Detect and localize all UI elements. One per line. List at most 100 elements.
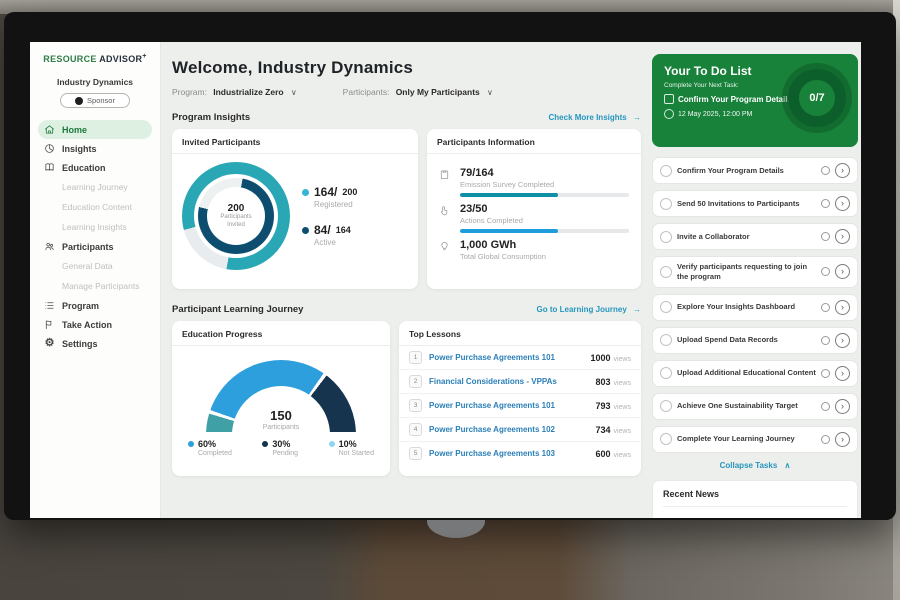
sidebar-item-take-action[interactable]: Take Action: [38, 315, 152, 334]
lesson-rank: 3: [409, 399, 422, 412]
todo-progress-ring: 0/7: [788, 69, 846, 127]
arrow-right-icon: →: [633, 305, 641, 314]
sponsor-badge[interactable]: Sponsor: [60, 93, 130, 108]
todo-summary-card: Your To Do List Complete Your Next Task:…: [652, 54, 858, 147]
task-checkbox[interactable]: [660, 400, 672, 412]
invited-participants-card: Invited Participants 200 Participants In…: [172, 129, 418, 289]
education-progress-gauge-chart: 150 Participants: [206, 360, 356, 432]
gauge-center-value: 150: [270, 408, 292, 423]
task-go-button[interactable]: ›: [835, 300, 850, 315]
main-content: Welcome, Industry Dynamics Program: Indu…: [161, 42, 652, 518]
lesson-rank: 4: [409, 423, 422, 436]
sidebar-item-manage-participants[interactable]: Manage Participants: [38, 276, 152, 296]
todo-next-task-label: Confirm Your Program Details: [678, 95, 792, 104]
actions-icon: [439, 203, 452, 233]
collapse-label: Collapse Tasks: [720, 461, 778, 470]
sidebar-item-participants[interactable]: Participants: [38, 237, 152, 256]
filters-row: Program: Industrialize Zero ∨ Participan…: [172, 87, 641, 97]
clock-icon: [821, 199, 830, 208]
task-go-button[interactable]: ›: [835, 333, 850, 348]
task-go-button[interactable]: ›: [835, 399, 850, 414]
legend-dot: [302, 227, 309, 234]
legend-denominator: 164: [336, 225, 351, 235]
progress-fill: [460, 193, 558, 197]
participants-filter[interactable]: Participants: Only My Participants ∨: [343, 87, 493, 97]
views-suffix: views: [613, 452, 631, 459]
progress-fill: [460, 229, 558, 233]
task-checkbox[interactable]: [660, 198, 672, 210]
legend-item-not-started: 10% Not Started: [329, 439, 374, 457]
views-suffix: views: [613, 380, 631, 387]
donut-center-label: Participants: [220, 214, 251, 222]
sidebar-item-education[interactable]: Education: [38, 158, 152, 177]
sidebar-item-general-data[interactable]: General Data: [38, 256, 152, 276]
legend-value: 164/: [314, 185, 337, 199]
recent-news-title: Recent News: [663, 489, 847, 507]
task-row[interactable]: Upload Spend Data Records ›: [652, 327, 858, 354]
task-go-button[interactable]: ›: [835, 163, 850, 178]
sidebar-nav: Home Insights Education Learning Journey…: [30, 120, 160, 353]
task-label: Confirm Your Program Details: [677, 166, 816, 176]
legend-pct: 60%: [198, 439, 216, 449]
task-label: Send 50 Invitations to Participants: [677, 199, 816, 209]
task-row[interactable]: Confirm Your Program Details ›: [652, 157, 858, 184]
task-go-button[interactable]: ›: [835, 366, 850, 381]
task-checkbox[interactable]: [660, 266, 672, 278]
task-row[interactable]: Explore Your Insights Dashboard ›: [652, 294, 858, 321]
task-go-button[interactable]: ›: [835, 229, 850, 244]
gauge-legend: 60% Completed 30% Pending 10% Not Starte…: [182, 432, 380, 457]
task-checkbox[interactable]: [660, 165, 672, 177]
card-title: Education Progress: [172, 321, 390, 346]
learning-journey-header: Participant Learning Journey Go to Learn…: [172, 304, 641, 315]
participants-information-card: Participants Information 79/164 Emission…: [427, 129, 641, 289]
task-checkbox[interactable]: [660, 334, 672, 346]
task-checkbox[interactable]: [660, 367, 672, 379]
lesson-row: 2 Financial Considerations - VPPAs 803vi…: [399, 370, 641, 394]
task-go-button[interactable]: ›: [835, 196, 850, 211]
clock-icon: [821, 232, 830, 241]
task-row[interactable]: Complete Your Learning Journey ›: [652, 426, 858, 453]
stat-row-emission-survey: 79/164 Emission Survey Completed: [439, 167, 629, 197]
progress-bar: [460, 193, 629, 197]
task-go-button[interactable]: ›: [835, 264, 850, 279]
arrow-right-icon: →: [633, 113, 641, 122]
chevron-down-icon: ∨: [291, 88, 297, 97]
donut-center-label: Invited: [227, 222, 245, 230]
sidebar-item-home[interactable]: Home: [38, 120, 152, 139]
lesson-link[interactable]: Power Purchase Agreements 101: [429, 353, 583, 362]
task-go-button[interactable]: ›: [835, 432, 850, 447]
sidebar-item-program[interactable]: Program: [38, 296, 152, 315]
lesson-link[interactable]: Power Purchase Agreements 103: [429, 449, 588, 458]
program-filter[interactable]: Program: Industrialize Zero ∨: [172, 87, 297, 97]
sponsor-icon: [75, 97, 83, 105]
bulb-pin-icon: [439, 239, 452, 261]
task-checkbox[interactable]: [660, 231, 672, 243]
sidebar-item-learning-insights[interactable]: Learning Insights: [38, 217, 152, 237]
collapse-tasks-link[interactable]: Collapse Tasks ∧: [652, 461, 858, 470]
lesson-link[interactable]: Power Purchase Agreements 102: [429, 425, 588, 434]
task-row[interactable]: Invite a Collaborator ›: [652, 223, 858, 250]
lesson-link[interactable]: Power Purchase Agreements 101: [429, 401, 588, 410]
task-row[interactable]: Upload Additional Educational Content ›: [652, 360, 858, 387]
logo-text-primary: RESOURCE: [43, 54, 96, 64]
task-checkbox[interactable]: [660, 301, 672, 313]
sidebar-item-settings[interactable]: ⚙ Settings: [38, 334, 152, 353]
check-more-insights-link[interactable]: Check More Insights →: [549, 113, 641, 122]
list-icon: [44, 300, 55, 311]
legend-label: Registered: [314, 200, 357, 209]
legend-dot: [188, 441, 194, 447]
task-row[interactable]: Send 50 Invitations to Participants ›: [652, 190, 858, 217]
task-list: Confirm Your Program Details › Send 50 I…: [652, 157, 858, 453]
clock-icon: [821, 369, 830, 378]
sidebar-item-learning-journey[interactable]: Learning Journey: [38, 177, 152, 197]
task-row[interactable]: Achieve One Sustainability Target ›: [652, 393, 858, 420]
go-to-learning-journey-link[interactable]: Go to Learning Journey →: [537, 305, 641, 314]
legend-dot: [262, 441, 268, 447]
legend-label: Not Started: [339, 450, 374, 457]
lesson-link[interactable]: Financial Considerations - VPPAs: [429, 377, 588, 386]
stat-label: Actions Completed: [460, 216, 629, 225]
sidebar-item-insights[interactable]: Insights: [38, 139, 152, 158]
task-row[interactable]: Verify participants requesting to join t…: [652, 256, 858, 288]
sidebar-item-education-content[interactable]: Education Content: [38, 197, 152, 217]
task-checkbox[interactable]: [660, 433, 672, 445]
